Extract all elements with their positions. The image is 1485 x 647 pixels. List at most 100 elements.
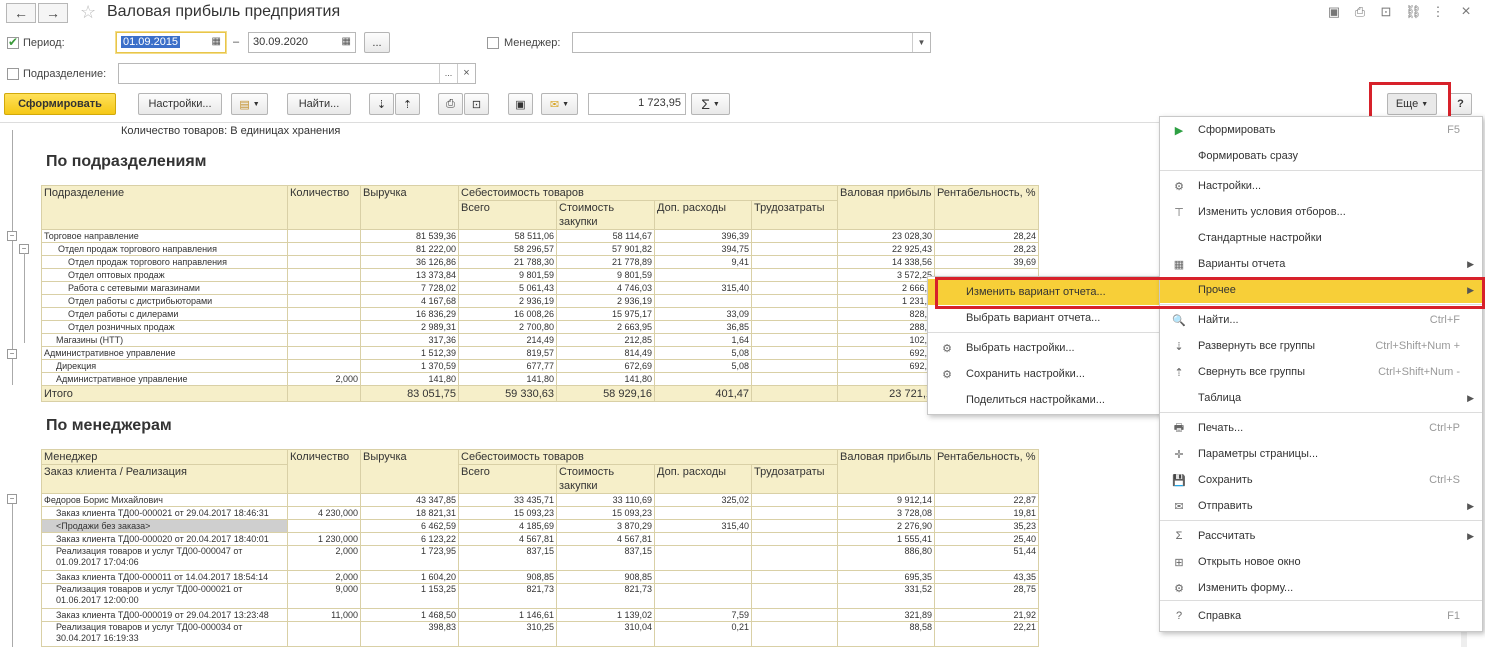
table-row[interactable]: Заказ клиента ТД00-000020 от 20.04.2017 … [41, 532, 1039, 546]
table-row[interactable]: Административное управление 2,000 141,80 14… [41, 372, 1039, 386]
table-row[interactable]: Торговое направление 81 539,36 58 511,06 58… [41, 229, 1039, 243]
generate-button[interactable]: Сформировать [4, 93, 116, 115]
send-dropdown-button[interactable]: ✉ ▼ [541, 93, 578, 115]
submenu-arrow-icon: ▶ [1467, 500, 1474, 511]
table-row[interactable]: Реализация товаров и услуг ТД00-000021 о… [41, 583, 1039, 609]
close-icon[interactable]: × [1458, 4, 1474, 20]
collapse-group-icon[interactable]: − [7, 349, 17, 359]
table-row[interactable]: Федоров Борис Михайлович 43 347,85 33 435,… [41, 493, 1039, 507]
more-menu-item[interactable]: Формировать сразу [1160, 143, 1482, 169]
tree-line [24, 253, 25, 343]
menu-item-label: Поделиться настройками... [966, 394, 1105, 406]
clear-icon[interactable]: × [457, 64, 475, 83]
menu-item-icon: ✉ [1174, 500, 1184, 513]
favorite-star-icon[interactable]: ☆ [80, 2, 96, 23]
section-divisions-title: По подразделениям [46, 153, 207, 170]
more-menu-item[interactable]: Таблица ▶ [1160, 385, 1482, 411]
date-to-field[interactable]: 30.09.2020 ▦ [248, 32, 356, 53]
table-row[interactable]: Отдел работы с дистрибьюторами 4 167,68 2 … [41, 294, 1039, 308]
menu-item-label: Отправить [1198, 500, 1253, 512]
table-row[interactable]: Заказ клиента ТД00-000019 от 29.04.2017 … [41, 608, 1039, 622]
menu-item-icon: 🖶 [1173, 421, 1185, 434]
back-button[interactable]: ← [6, 3, 36, 23]
manager-checkbox[interactable] [487, 37, 499, 49]
menu-item-icon: ⊞ [1174, 556, 1184, 569]
chevron-down-icon[interactable]: ▼ [912, 33, 930, 52]
more-menu-item[interactable]: ✉ Отправить ▶ [1160, 493, 1482, 519]
table-row[interactable]: Заказ клиента ТД00-000021 от 29.04.2017 … [41, 506, 1039, 520]
submenu-arrow-icon: ▶ [1467, 258, 1474, 269]
preview-button[interactable]: ⊡ [464, 93, 489, 115]
settings-button[interactable]: Настройки... [138, 93, 222, 115]
print-icon[interactable]: ⎙ [1352, 4, 1368, 20]
more-menu-item[interactable]: ⚙ Изменить форму... [1160, 575, 1482, 601]
more-menu-item[interactable]: 🔍 Найти... Ctrl+F [1160, 307, 1482, 333]
more-menu-item[interactable]: ✛ Параметры страницы... [1160, 441, 1482, 467]
collapse-groups-button[interactable]: ⇡ [395, 93, 420, 115]
find-button[interactable]: Найти... [287, 93, 351, 115]
save-icon[interactable]: ▣ [1326, 4, 1342, 20]
table-header-row: Подразделение Количество Выручка Себесто… [41, 185, 1039, 230]
table-row[interactable]: Реализация товаров и услуг ТД00-000034 о… [41, 621, 1039, 647]
more-menu-item[interactable]: Σ Рассчитать ▶ [1160, 523, 1482, 549]
more-vertical-icon[interactable]: ⋮ [1430, 4, 1446, 20]
managers-table: Менеджер Количество Выручка Себестоимост… [41, 449, 1039, 647]
forward-button[interactable]: → [38, 3, 68, 23]
more-menu-item[interactable]: ⇡ Свернуть все группы Ctrl+Shift+Num - [1160, 359, 1482, 385]
divisions-table: Подразделение Количество Выручка Себесто… [41, 185, 1039, 402]
envelope-icon: ✉ [549, 98, 560, 111]
calc-dropdown-button[interactable]: Σ ▼ [691, 93, 730, 115]
table-row[interactable]: Работа с сетевыми магазинами 7 728,02 5 06… [41, 281, 1039, 295]
menu-item-shortcut: Ctrl+S [1429, 474, 1460, 486]
calendar-icon[interactable]: ▦ [212, 36, 221, 47]
more-menu-item[interactable]: ? Справка F1 [1160, 603, 1482, 629]
table-row[interactable]: Отдел продаж торгового направления 81 222… [41, 242, 1039, 256]
menu-item-icon: ⇡ [1174, 366, 1184, 379]
expand-groups-button[interactable]: ⇣ [369, 93, 394, 115]
submenu-item[interactable]: ⚙ Сохранить настройки... [928, 361, 1161, 387]
table-row[interactable]: Магазины (НТТ) 317,36 214,49 212,85 1,64 102,… [41, 333, 1039, 347]
menu-separator [1160, 520, 1482, 521]
division-checkbox[interactable] [7, 68, 19, 80]
menu-item-label: Изменить форму... [1198, 582, 1294, 594]
calendar-icon[interactable]: ▦ [342, 36, 351, 47]
more-menu-item[interactable]: 💾 Сохранить Ctrl+S [1160, 467, 1482, 493]
menu-item-icon: 🔍 [1172, 314, 1186, 327]
division-select-button[interactable]: ... [439, 64, 457, 83]
collapse-group-icon[interactable]: − [7, 231, 17, 241]
table-row[interactable]: Заказ клиента ТД00-000011 от 14.04.2017 … [41, 570, 1039, 584]
more-menu-item[interactable]: ⊞ Открыть новое окно [1160, 549, 1482, 575]
menu-item-label: Параметры страницы... [1198, 448, 1319, 460]
table-row[interactable]: Реализация товаров и услуг ТД00-000047 о… [41, 545, 1039, 571]
submenu-item[interactable]: Поделиться настройками... [928, 387, 1161, 413]
link-icon[interactable]: ⛓ [1405, 4, 1422, 20]
variants-dropdown-button[interactable]: ▤ ▼ [231, 93, 268, 115]
table-row[interactable]: Отдел работы с дилерами 16 836,29 16 008,2… [41, 307, 1039, 321]
more-menu-item[interactable]: ▶ Сформировать F5 [1160, 117, 1482, 143]
table-row[interactable]: <Продажи без заказа> 6 462,59 4 185,69 3 87… [41, 519, 1039, 533]
division-field[interactable]: ... × [118, 63, 476, 84]
preview-icon[interactable]: ⊡ [1378, 4, 1394, 20]
table-row[interactable]: Отдел розничных продаж 2 989,31 2 700,80 2 … [41, 320, 1039, 334]
more-menu-item[interactable]: ⊤ Изменить условия отборов... [1160, 199, 1482, 225]
more-menu-item[interactable]: 🖶 Печать... Ctrl+P [1160, 415, 1482, 441]
period-checkbox[interactable] [7, 35, 19, 49]
submenu-item[interactable]: ⚙ Выбрать настройки... [928, 335, 1161, 361]
save-button[interactable]: ▣ [508, 93, 533, 115]
menu-item-label: Свернуть все группы [1198, 366, 1306, 378]
more-menu-item[interactable]: ⚙ Настройки... [1160, 173, 1482, 199]
print-button[interactable]: ⎙ [438, 93, 463, 115]
more-menu-item[interactable]: ⇣ Развернуть все группы Ctrl+Shift+Num + [1160, 333, 1482, 359]
table-row[interactable]: Административное управление 1 512,39 819,5… [41, 346, 1039, 360]
more-menu-item[interactable]: ▦ Варианты отчета ▶ [1160, 251, 1482, 277]
collapse-group-icon[interactable]: − [7, 494, 17, 504]
more-menu-item[interactable]: Стандартные настройки [1160, 225, 1482, 251]
period-select-button[interactable]: ... [364, 32, 390, 53]
table-row[interactable]: Отдел оптовых продаж 13 373,84 9 801,59 9 8… [41, 268, 1039, 282]
table-row[interactable]: Отдел продаж торгового направления 36 126… [41, 255, 1039, 269]
date-from-field[interactable]: 01.09.2015 ▦ [116, 32, 226, 53]
manager-field[interactable]: ▼ [572, 32, 931, 53]
tree-line [12, 500, 13, 647]
table-row[interactable]: Дирекция 1 370,59 677,77 672,69 5,08 692,8 [41, 359, 1039, 373]
help-button[interactable]: ? [1449, 93, 1472, 115]
